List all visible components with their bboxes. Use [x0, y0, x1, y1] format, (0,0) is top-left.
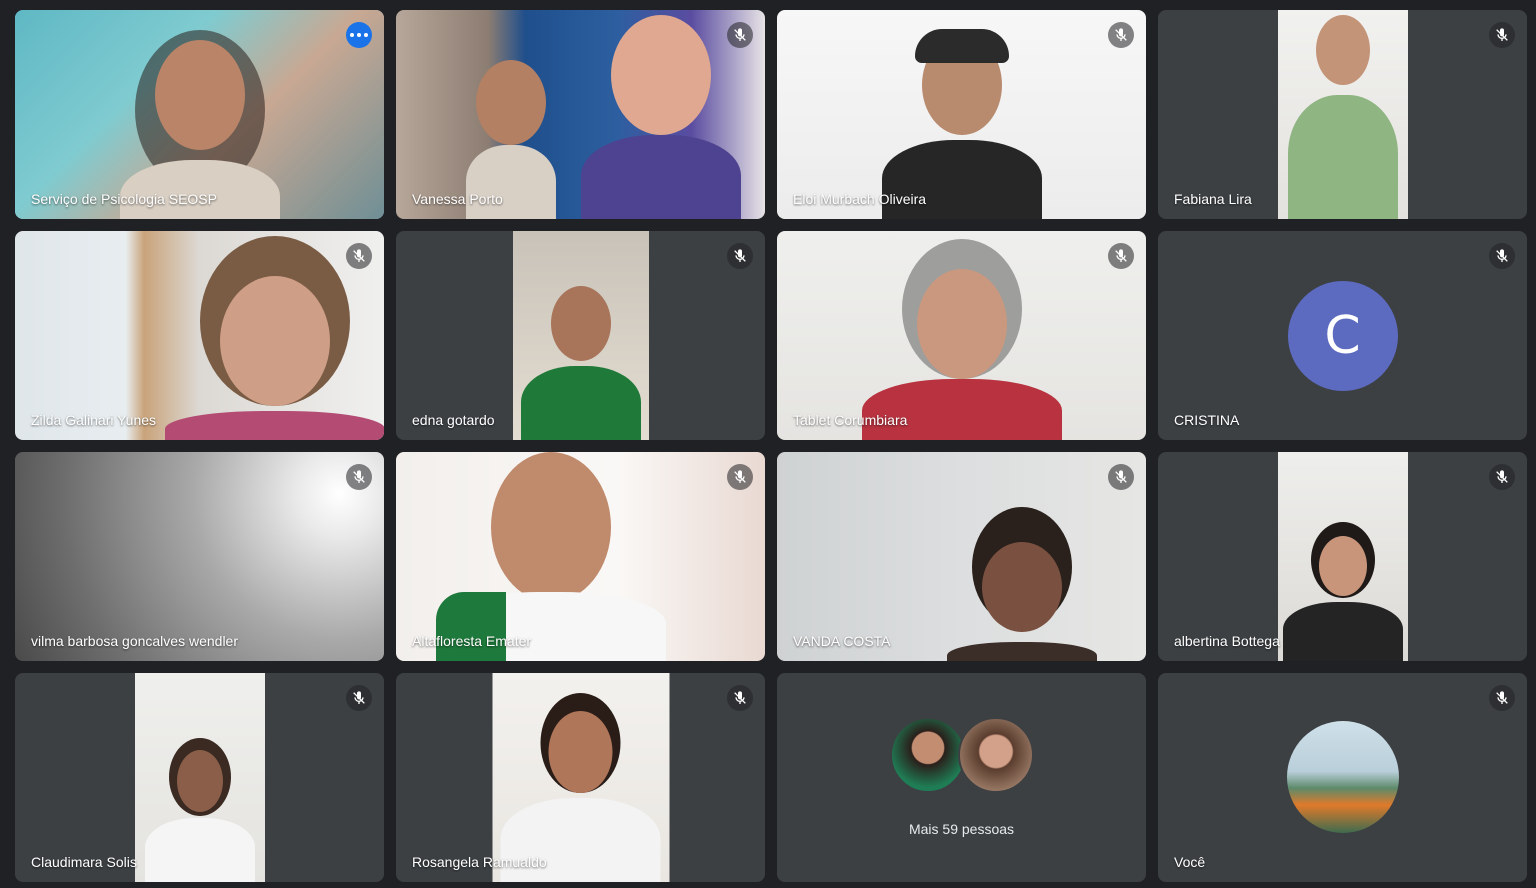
participant-name: Eloi Murbach Oliveira [793, 191, 927, 207]
participant-tile-1[interactable]: Serviço de Psicologia SEOSP [15, 10, 384, 219]
participant-name: Você [1174, 854, 1206, 870]
participant-name: Altafloresta Emater [412, 633, 532, 649]
participant-name: Tablet Corumbiara [793, 412, 908, 428]
mic-off-icon [727, 685, 753, 711]
participant-tile-14[interactable]: Rosangela Ramualdo [396, 673, 765, 882]
participant-video [134, 673, 265, 882]
mic-off-icon [1489, 685, 1515, 711]
avatar [957, 717, 1034, 793]
participant-video [396, 10, 765, 219]
avatar [1286, 721, 1399, 833]
participant-tile-7[interactable]: Tablet Corumbiara [777, 231, 1146, 440]
participant-tile-9[interactable]: vilma barbosa goncalves wendler [15, 452, 384, 661]
mic-off-icon [1108, 464, 1134, 490]
participant-video [492, 673, 669, 882]
mic-off-icon [346, 243, 372, 269]
participant-tile-2[interactable]: Vanessa Porto [396, 10, 765, 219]
participant-video [15, 10, 384, 219]
participant-name: vilma barbosa goncalves wendler [31, 633, 238, 649]
mic-off-icon [346, 464, 372, 490]
participant-video [15, 452, 384, 661]
mic-off-icon [727, 22, 753, 48]
participant-video [512, 231, 649, 440]
participant-name: Fabiana Lira [1174, 191, 1252, 207]
participant-tile-5[interactable]: Zilda Galinari Yunes [15, 231, 384, 440]
participant-name: Zilda Galinari Yunes [31, 412, 157, 428]
participant-name: Serviço de Psicologia SEOSP [31, 191, 217, 207]
mic-off-icon [1108, 22, 1134, 48]
participant-tile-4[interactable]: Fabiana Lira [1158, 10, 1527, 219]
participant-tile-13[interactable]: Claudimara Solis [15, 673, 384, 882]
mic-off-icon [727, 464, 753, 490]
participant-name: Claudimara Solis [31, 854, 137, 870]
mic-off-icon [1489, 464, 1515, 490]
participant-name: VANDA COSTA [793, 633, 891, 649]
avatar: C [1287, 280, 1398, 391]
mic-off-icon [1489, 243, 1515, 269]
mic-off-icon [1108, 243, 1134, 269]
participant-video [1277, 452, 1408, 661]
mic-off-icon [346, 685, 372, 711]
participant-tile-3[interactable]: Eloi Murbach Oliveira [777, 10, 1146, 219]
participant-name: Rosangela Ramualdo [412, 854, 547, 870]
participant-video [1277, 10, 1408, 219]
more-participants-avatars [889, 717, 1034, 793]
mic-off-icon [1489, 22, 1515, 48]
avatar [889, 717, 966, 793]
participant-video [777, 231, 1146, 440]
more-participants-tile[interactable]: Mais 59 pessoas [777, 673, 1146, 882]
more-participants-label: Mais 59 pessoas [908, 821, 1015, 837]
participant-video [777, 452, 1146, 661]
participant-tile-11[interactable]: VANDA COSTA [777, 452, 1146, 661]
self-tile[interactable]: Você [1158, 673, 1527, 882]
participant-name: CRISTINA [1174, 412, 1240, 428]
participant-tile-8[interactable]: C CRISTINA [1158, 231, 1527, 440]
participant-tile-12[interactable]: albertina Bottega [1158, 452, 1527, 661]
participant-video [15, 231, 384, 440]
participant-grid: Serviço de Psicologia SEOSP Vanessa Port… [15, 10, 1527, 882]
participant-name: edna gotardo [412, 412, 495, 428]
participant-tile-6[interactable]: edna gotardo [396, 231, 765, 440]
more-options-icon[interactable] [346, 22, 372, 48]
participant-video [777, 10, 1146, 219]
participant-tile-10[interactable]: Altafloresta Emater [396, 452, 765, 661]
participant-name: Vanessa Porto [412, 191, 503, 207]
participant-name: albertina Bottega [1174, 633, 1280, 649]
mic-off-icon [727, 243, 753, 269]
participant-video [396, 452, 765, 661]
